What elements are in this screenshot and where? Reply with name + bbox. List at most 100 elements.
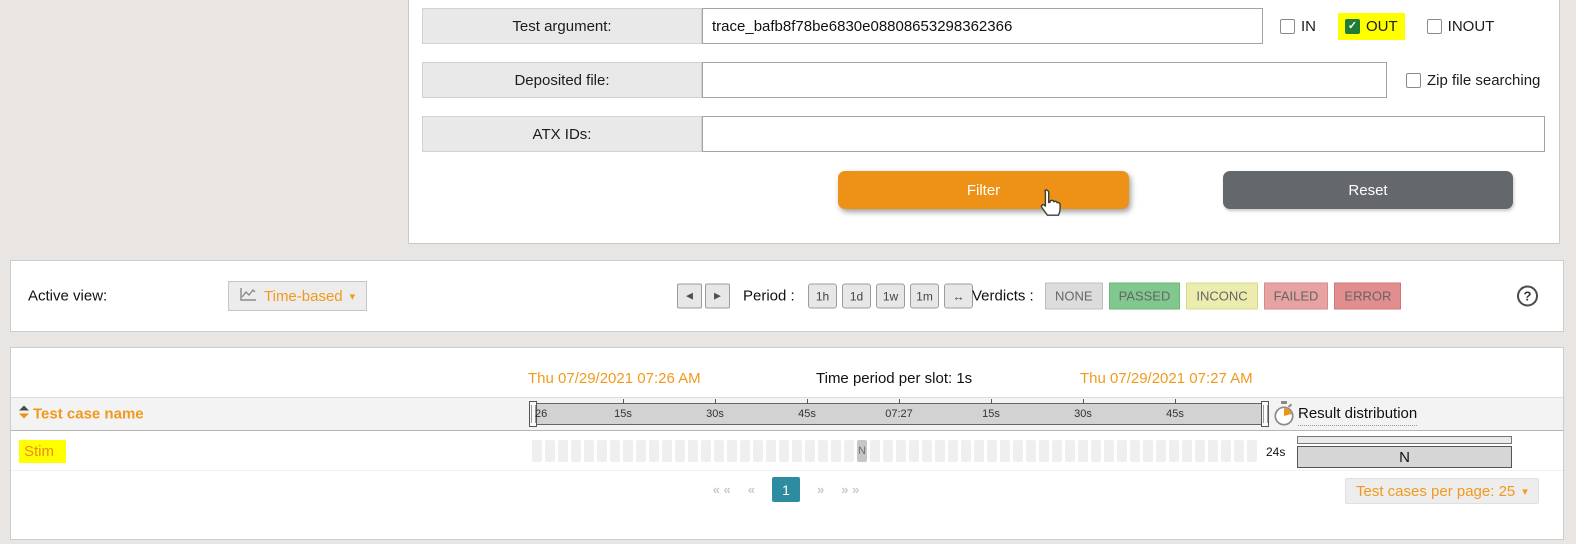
slot[interactable] <box>1091 440 1101 462</box>
slot[interactable] <box>753 440 763 462</box>
slot[interactable] <box>883 440 893 462</box>
sort-icon[interactable] <box>19 405 29 423</box>
result-distribution-header[interactable]: Result distribution <box>1298 405 1418 426</box>
result-distribution-bar[interactable]: N <box>1297 446 1512 468</box>
slot[interactable] <box>896 440 906 462</box>
slot[interactable] <box>1039 440 1049 462</box>
period-button-1m[interactable]: 1m <box>910 283 939 309</box>
slot[interactable] <box>974 440 984 462</box>
form-row-atx-ids: ATX IDs: <box>422 116 1546 152</box>
atx-ids-input[interactable] <box>702 116 1545 152</box>
slot[interactable] <box>909 440 919 462</box>
slot[interactable] <box>844 440 854 462</box>
view-selector-dropdown[interactable]: Time-based ▾ <box>228 281 368 311</box>
slot[interactable] <box>714 440 724 462</box>
slot[interactable] <box>701 440 711 462</box>
test-argument-input[interactable] <box>702 8 1263 44</box>
checkbox-inout[interactable]: INOUT <box>1426 18 1494 35</box>
timeline-right-handle[interactable] <box>1261 401 1269 427</box>
test-case-name-header[interactable]: Test case name <box>19 405 144 423</box>
slot[interactable] <box>1130 440 1140 462</box>
period-button-1w[interactable]: 1w <box>876 283 905 309</box>
period-button-↔[interactable]: ↔ <box>944 283 973 309</box>
slot[interactable] <box>675 440 685 462</box>
slot[interactable] <box>1117 440 1127 462</box>
slot[interactable] <box>688 440 698 462</box>
page-nav[interactable]: » » <box>841 482 859 497</box>
slot[interactable] <box>1247 440 1257 462</box>
nav-forward-button[interactable]: ▶ <box>705 283 730 309</box>
nav-back-button[interactable]: ◀ <box>677 283 702 309</box>
verdict-badge-error[interactable]: ERROR <box>1334 282 1402 310</box>
checkbox-zip-file-searching[interactable]: Zip file searching <box>1406 62 1540 98</box>
slot[interactable] <box>1052 440 1062 462</box>
slot[interactable] <box>1221 440 1231 462</box>
slot-none-verdict[interactable]: N <box>857 440 867 462</box>
slot[interactable] <box>792 440 802 462</box>
page-nav[interactable]: « « <box>713 482 731 497</box>
checkbox-box[interactable] <box>1406 72 1421 88</box>
slot[interactable] <box>766 440 776 462</box>
slot[interactable] <box>1156 440 1166 462</box>
slot[interactable] <box>1078 440 1088 462</box>
slot[interactable] <box>610 440 620 462</box>
page-current[interactable]: 1 <box>772 477 800 502</box>
slot[interactable] <box>870 440 880 462</box>
per-page-dropdown[interactable]: Test cases per page: 25 ▾ <box>1345 478 1539 504</box>
slot[interactable] <box>584 440 594 462</box>
slot[interactable] <box>961 440 971 462</box>
period-button-1d[interactable]: 1d <box>842 283 871 309</box>
slot[interactable] <box>727 440 737 462</box>
slot[interactable] <box>922 440 932 462</box>
checkbox-box[interactable] <box>1280 18 1295 34</box>
slot[interactable] <box>740 440 750 462</box>
timeline-scale[interactable]: 26 15s 30s 45s 07:27 15s 30s 45s <box>529 399 1269 427</box>
test-case-link[interactable]: Stim <box>19 440 66 463</box>
checkbox-box[interactable] <box>1426 18 1442 34</box>
period-button-1h[interactable]: 1h <box>808 283 837 309</box>
table-row: Stim N 24s N <box>11 431 1563 471</box>
slot[interactable] <box>831 440 841 462</box>
verdict-badge-none[interactable]: NONE <box>1045 282 1103 310</box>
slot[interactable] <box>649 440 659 462</box>
slot[interactable] <box>1026 440 1036 462</box>
help-icon[interactable]: ? <box>1517 285 1538 307</box>
slot[interactable] <box>1143 440 1153 462</box>
verdict-badge-failed[interactable]: FAILED <box>1263 282 1329 310</box>
filter-button[interactable]: Filter <box>838 171 1129 209</box>
slot[interactable] <box>636 440 646 462</box>
slot[interactable] <box>818 440 828 462</box>
slot[interactable] <box>805 440 815 462</box>
stopwatch-icon[interactable] <box>1273 401 1295 431</box>
slot[interactable] <box>597 440 607 462</box>
slot[interactable] <box>1000 440 1010 462</box>
page-nav[interactable]: » <box>817 482 824 497</box>
deposited-file-input[interactable] <box>702 62 1387 98</box>
slot[interactable] <box>662 440 672 462</box>
slot[interactable] <box>1234 440 1244 462</box>
slot[interactable] <box>1169 440 1179 462</box>
slot[interactable] <box>1013 440 1023 462</box>
slot[interactable] <box>779 440 789 462</box>
slot[interactable] <box>558 440 568 462</box>
slot[interactable] <box>532 440 542 462</box>
table-header-row: Test case name 26 15s 30s 45s 07:27 15s 30s 45s… <box>11 397 1563 431</box>
slot[interactable] <box>1065 440 1075 462</box>
reset-button[interactable]: Reset <box>1223 171 1513 209</box>
checkbox-box[interactable]: ✓ <box>1345 18 1360 34</box>
slot[interactable] <box>948 440 958 462</box>
verdict-badge-passed[interactable]: PASSED <box>1108 282 1181 310</box>
verdict-badge-inconc[interactable]: INCONC <box>1186 282 1258 310</box>
slot[interactable] <box>571 440 581 462</box>
slot[interactable] <box>1104 440 1114 462</box>
slot[interactable] <box>987 440 997 462</box>
checkbox-in[interactable]: IN <box>1280 18 1316 35</box>
slot[interactable] <box>545 440 555 462</box>
page-nav[interactable]: « <box>748 482 755 497</box>
slot[interactable] <box>1195 440 1205 462</box>
checkbox-out[interactable]: ✓ OUT <box>1338 12 1405 40</box>
slot[interactable] <box>935 440 945 462</box>
slot[interactable] <box>1208 440 1218 462</box>
slot[interactable] <box>1182 440 1192 462</box>
slot[interactable] <box>623 440 633 462</box>
